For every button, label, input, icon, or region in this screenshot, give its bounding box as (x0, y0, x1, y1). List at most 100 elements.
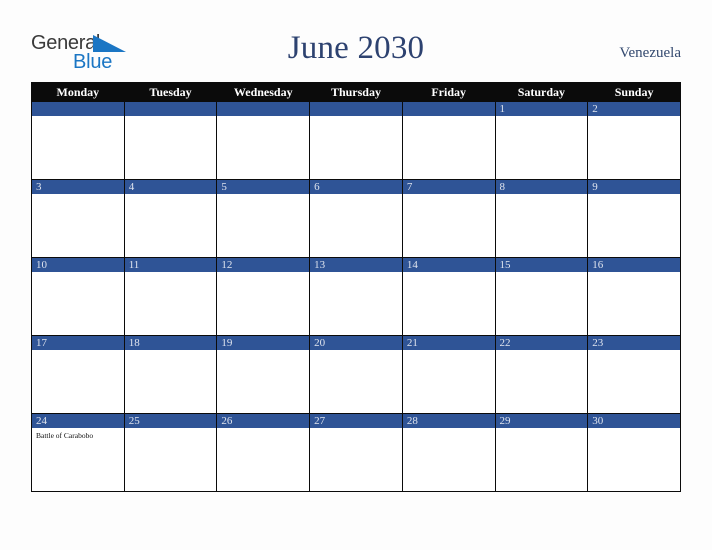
day-cell-14[interactable]: 14 (401, 257, 496, 336)
day-cell-inner (310, 102, 402, 179)
day-number (124, 102, 217, 116)
day-events (588, 272, 680, 275)
day-events (588, 116, 680, 119)
day-cell-inner: 16 (588, 258, 680, 335)
day-cell-inner: 21 (402, 336, 495, 413)
day-number (217, 102, 310, 116)
day-events (32, 272, 124, 275)
day-number: 2 (588, 102, 680, 116)
day-cell-inner: 8 (495, 180, 588, 257)
day-cell-inner: 25 (124, 414, 217, 491)
day-cell-inner: 15 (495, 258, 588, 335)
day-cell-15[interactable]: 15 (494, 257, 589, 336)
calendar-body: 1 2 3 4 5 6 7 8 9 10 11 12 13 14 15 16 17 18 19 20 21 22 23 24 B… (31, 102, 681, 492)
day-cell-empty (216, 102, 311, 180)
weekday-header-sunday: Sunday (587, 82, 681, 102)
day-cell-16[interactable]: 16 (587, 257, 681, 336)
day-number: 4 (124, 180, 217, 194)
day-cell-inner: 14 (402, 258, 495, 335)
day-cell-empty (123, 102, 218, 180)
day-cell-25[interactable]: 25 (123, 413, 218, 492)
calendar-week-row: 3456789 (31, 179, 681, 258)
day-number: 14 (402, 258, 495, 272)
day-number: 8 (495, 180, 588, 194)
day-cell-inner: 18 (124, 336, 217, 413)
day-events (125, 194, 217, 197)
day-cell-13[interactable]: 13 (309, 257, 403, 336)
calendar-week-row: 17 18 19 20 21 22 23 (31, 335, 681, 414)
day-events (125, 350, 217, 353)
day-cell-4[interactable]: 4 (123, 179, 218, 258)
day-events (32, 350, 124, 353)
day-events (496, 116, 588, 119)
day-cell-19[interactable]: 19 (216, 335, 311, 414)
weekday-header-thursday: Thursday (309, 82, 403, 102)
day-cell-26[interactable]: 26 (216, 413, 311, 492)
day-cell-inner: 29 (495, 414, 588, 491)
day-cell-3[interactable]: 3 (31, 179, 125, 258)
day-number: 19 (217, 336, 310, 350)
day-cell-30[interactable]: 30 (587, 413, 681, 492)
day-cell-18[interactable]: 18 (123, 335, 218, 414)
day-cell-27[interactable]: 27 (309, 413, 403, 492)
day-events (588, 428, 680, 431)
day-number (32, 102, 124, 116)
day-cell-inner: 11 (124, 258, 217, 335)
day-cell-1[interactable]: 1 (494, 102, 589, 180)
day-number: 16 (588, 258, 680, 272)
weekday-row: Monday Tuesday Wednesday Thursday Friday Satu… (31, 82, 681, 102)
day-cell-5[interactable]: 5 (216, 179, 311, 258)
weekday-header-tuesday: Tuesday (123, 82, 218, 102)
day-cell-24[interactable]: 24 Battle of Carabobo (31, 413, 125, 492)
day-cell-29[interactable]: 29 (494, 413, 589, 492)
day-cell-17[interactable]: 17 (31, 335, 125, 414)
day-events (125, 428, 217, 431)
calendar-event[interactable]: Battle of Carabobo (36, 431, 122, 440)
day-number: 10 (32, 258, 124, 272)
day-events (217, 194, 309, 197)
calendar-week-row: 10 11 12 13 14 15 16 (31, 257, 681, 336)
day-number: 24 (32, 414, 124, 428)
day-number: 23 (588, 336, 680, 350)
day-cell-inner: 12 (217, 258, 310, 335)
page-header: General Blue June 2030 Venezuela (0, 0, 712, 82)
day-cell-8[interactable]: 8 (494, 179, 589, 258)
day-events (217, 428, 309, 431)
day-cell-20[interactable]: 20 (309, 335, 403, 414)
day-number: 1 (495, 102, 588, 116)
day-events (217, 272, 309, 275)
day-number: 20 (310, 336, 402, 350)
day-cell-inner: 9 (588, 180, 680, 257)
day-cell-6[interactable]: 6 (309, 179, 403, 258)
day-cell-empty (401, 102, 496, 180)
day-cell-inner: 27 (310, 414, 402, 491)
weekday-header-friday: Friday (401, 82, 496, 102)
day-events (310, 194, 402, 197)
day-cell-2[interactable]: 2 (587, 102, 681, 180)
day-events (310, 428, 402, 431)
day-cell-12[interactable]: 12 (216, 257, 311, 336)
day-cell-inner (32, 102, 124, 179)
day-cell-28[interactable]: 28 (401, 413, 496, 492)
day-cell-empty (31, 102, 125, 180)
day-cell-inner (402, 102, 495, 179)
day-events (310, 350, 402, 353)
day-events (403, 428, 495, 431)
day-cell-9[interactable]: 9 (587, 179, 681, 258)
day-number: 12 (217, 258, 310, 272)
day-cell-23[interactable]: 23 (587, 335, 681, 414)
day-events (310, 272, 402, 275)
day-number: 9 (588, 180, 680, 194)
day-cell-empty (309, 102, 403, 180)
day-cell-inner: 24 Battle of Carabobo (32, 414, 124, 491)
day-cell-inner: 17 (32, 336, 124, 413)
day-number: 29 (495, 414, 588, 428)
day-cell-inner: 1 (495, 102, 588, 179)
day-cell-7[interactable]: 7 (401, 179, 496, 258)
day-cell-11[interactable]: 11 (123, 257, 218, 336)
day-cell-22[interactable]: 22 (494, 335, 589, 414)
day-number: 6 (310, 180, 402, 194)
day-cell-10[interactable]: 10 (31, 257, 125, 336)
day-cell-inner: 26 (217, 414, 310, 491)
day-cell-21[interactable]: 21 (401, 335, 496, 414)
